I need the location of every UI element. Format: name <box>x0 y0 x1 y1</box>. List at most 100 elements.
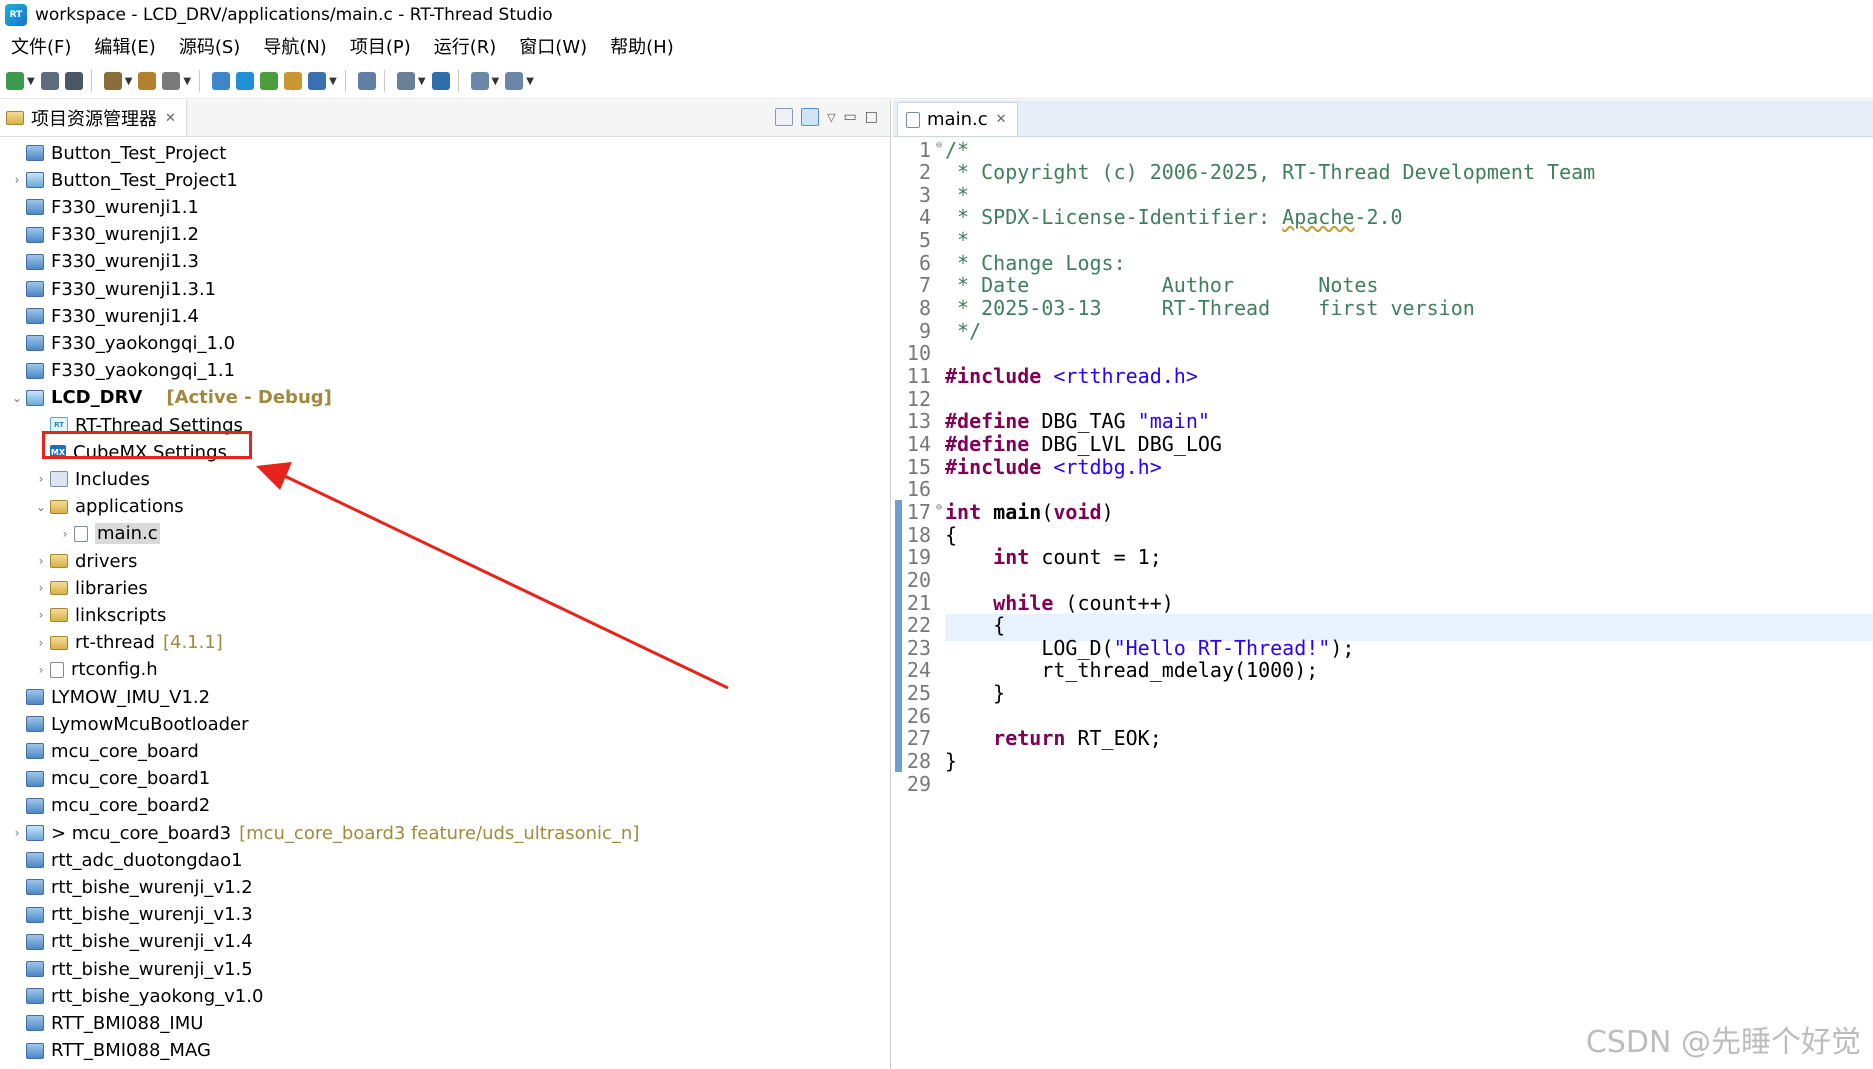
tree-item[interactable]: rtt_bishe_wurenji_v1.3 <box>0 902 253 928</box>
clean-icon[interactable] <box>162 72 181 90</box>
code-line: 2 * Copyright (c) 2006-2025, RT-Thread D… <box>893 159 1595 186</box>
chevron-right-icon[interactable]: › <box>8 826 26 840</box>
rtproj-icon <box>26 825 44 841</box>
tree-item[interactable]: rtt_bishe_wurenji_v1.5 <box>0 956 253 982</box>
tree-item[interactable]: › main.c <box>0 521 160 547</box>
build-icon[interactable] <box>103 72 122 90</box>
tree-item[interactable]: rtt_bishe_yaokong_v1.0 <box>0 983 263 1009</box>
tree-item[interactable]: Button_Test_Project <box>0 140 226 166</box>
tree-item[interactable]: mcu_core_board2 <box>0 793 210 819</box>
download-icon[interactable] <box>396 72 415 90</box>
chevron-right-icon[interactable]: › <box>56 527 74 541</box>
tree-item[interactable]: › Button_Test_Project1 <box>0 167 238 193</box>
menu-help[interactable]: 帮助(H) <box>610 33 674 59</box>
menu-source[interactable]: 源码(S) <box>179 33 240 59</box>
chevron-down-icon[interactable]: ▼ <box>526 76 534 87</box>
chevron-right-icon[interactable]: › <box>32 581 50 595</box>
tree-item[interactable]: mcu_core_board <box>0 738 199 764</box>
code-token: <rtthread.h> <box>1053 364 1198 388</box>
chevron-down-icon[interactable]: ▼ <box>27 76 35 87</box>
tree-item[interactable]: mcu_core_board1 <box>0 766 210 792</box>
tree-item[interactable]: F330_wurenji1.2 <box>0 222 199 248</box>
tree-item[interactable]: › libraries <box>0 575 148 601</box>
tree-item[interactable]: F330_wurenji1.3.1 <box>0 276 216 302</box>
tree-item[interactable]: › rtconfig.h <box>0 657 158 683</box>
collapse-all-icon[interactable] <box>775 108 794 126</box>
search-icon[interactable] <box>308 72 327 90</box>
chevron-right-icon[interactable]: › <box>32 554 50 568</box>
folder-icon <box>50 635 68 650</box>
chevron-right-icon[interactable]: › <box>32 663 50 677</box>
tree-item[interactable]: rtt_adc_duotongdao1 <box>0 847 243 873</box>
close-icon[interactable]: ✕ <box>165 111 176 126</box>
settings-icon[interactable] <box>236 72 255 90</box>
tree-item[interactable]: rtt_bishe_wurenji_v1.4 <box>0 929 253 955</box>
tree-item[interactable]: F330_wurenji1.4 <box>0 303 199 329</box>
menu-navigate[interactable]: 导航(N) <box>263 33 327 59</box>
chevron-down-icon[interactable]: ⌄ <box>32 500 50 514</box>
tree-item[interactable]: F330_yaokongqi_1.0 <box>0 330 235 356</box>
tree-item[interactable]: › linkscripts <box>0 602 167 628</box>
tree-item[interactable]: rtt_bishe_wurenji_v1.2 <box>0 874 253 900</box>
package-icon[interactable] <box>284 72 303 90</box>
chevron-down-icon[interactable]: ▼ <box>183 76 191 87</box>
debug-icon[interactable] <box>260 72 279 90</box>
wrench-icon[interactable] <box>138 72 157 90</box>
tab-main-c[interactable]: main.c ✕ <box>897 102 1018 136</box>
watermark: CSDN @先睡个好觉 <box>1585 1025 1861 1060</box>
menu-project[interactable]: 项目(P) <box>350 33 411 59</box>
close-icon[interactable]: ✕ <box>996 112 1007 127</box>
menu-run[interactable]: 运行(R) <box>434 33 497 59</box>
menu-window[interactable]: 窗口(W) <box>519 33 587 59</box>
chevron-right-icon[interactable]: › <box>32 636 50 650</box>
layers-icon[interactable] <box>357 72 376 90</box>
tree-item[interactable]: LymowMcuBootloader <box>0 711 249 737</box>
chevron-right-icon[interactable]: › <box>32 472 50 486</box>
tree-item[interactable]: › drivers <box>0 548 138 574</box>
tree-item[interactable]: RTT_BMI088_IMU <box>0 1010 203 1036</box>
tree-item[interactable]: F330_wurenji1.1 <box>0 194 199 220</box>
monitor-icon[interactable] <box>212 72 231 90</box>
maximize-icon[interactable]: □ <box>865 109 878 125</box>
chevron-right-icon[interactable]: › <box>8 173 26 187</box>
minimize-icon[interactable]: ▭ <box>844 109 857 125</box>
tree-item[interactable]: ⌄ LCD_DRV [Active - Debug] <box>0 385 332 411</box>
chevron-down-icon[interactable]: ⌄ <box>8 391 26 405</box>
save-icon[interactable] <box>40 72 59 90</box>
code-token: #include <box>945 454 1054 479</box>
save-all-icon[interactable] <box>64 72 83 90</box>
chevron-down-icon[interactable]: ▼ <box>492 76 500 87</box>
stack-icon[interactable] <box>431 72 450 90</box>
code-editor[interactable]: 1 ⊖/* 2 * Copyright (c) 2006-2025, RT-Thre… <box>893 136 1873 1069</box>
code-token: * 2025-03-13 RT-Thread first version <box>945 296 1475 321</box>
tree-item[interactable]: rtt_feiji_usrat3 <box>0 1065 181 1069</box>
tree-item[interactable]: LYMOW_IMU_V1.2 <box>0 684 210 710</box>
new-icon[interactable] <box>6 72 24 90</box>
fold-icon[interactable]: ⊖ <box>936 140 942 151</box>
chevron-down-icon[interactable]: ▼ <box>418 76 426 87</box>
tree-item[interactable]: › rt-thread [4.1.1] <box>0 630 223 656</box>
title-bar: RT workspace - LCD_DRV/applications/main… <box>0 0 1873 29</box>
chevron-down-icon[interactable]: ▼ <box>125 76 133 87</box>
forward-icon[interactable] <box>505 72 524 90</box>
tree-item[interactable]: › > mcu_core_board3 [mcu_core_board3 featu… <box>0 820 640 846</box>
tree-item[interactable]: › Includes <box>0 466 150 492</box>
tree-item[interactable]: F330_wurenji1.3 <box>0 249 199 275</box>
chevron-down-icon[interactable]: ▼ <box>329 76 337 87</box>
tree-item[interactable]: ⌄ applications <box>0 494 184 520</box>
menu-edit[interactable]: 编辑(E) <box>94 33 155 59</box>
code-token: #include <box>945 364 1054 388</box>
link-editor-icon[interactable] <box>801 108 820 126</box>
code-token: * Copyright (c) 2006-2025, RT-Thread Dev… <box>945 160 1596 185</box>
chevron-right-icon[interactable]: › <box>32 608 50 622</box>
menu-file[interactable]: 文件(F) <box>11 33 71 59</box>
tab-project-explorer[interactable]: 项目资源管理器 ✕ <box>0 100 187 136</box>
tree-item-label: F330_wurenji1.4 <box>51 305 199 327</box>
folder-icon <box>50 608 68 623</box>
tree-item[interactable]: RTT_BMI088_MAG <box>0 1038 211 1064</box>
view-menu-icon[interactable]: ▽ <box>827 111 835 124</box>
fold-icon[interactable]: ⊖ <box>936 502 942 513</box>
tree-item[interactable]: F330_yaokongqi_1.1 <box>0 358 235 384</box>
tree-item-label: Includes <box>75 468 150 490</box>
back-icon[interactable] <box>470 72 489 90</box>
